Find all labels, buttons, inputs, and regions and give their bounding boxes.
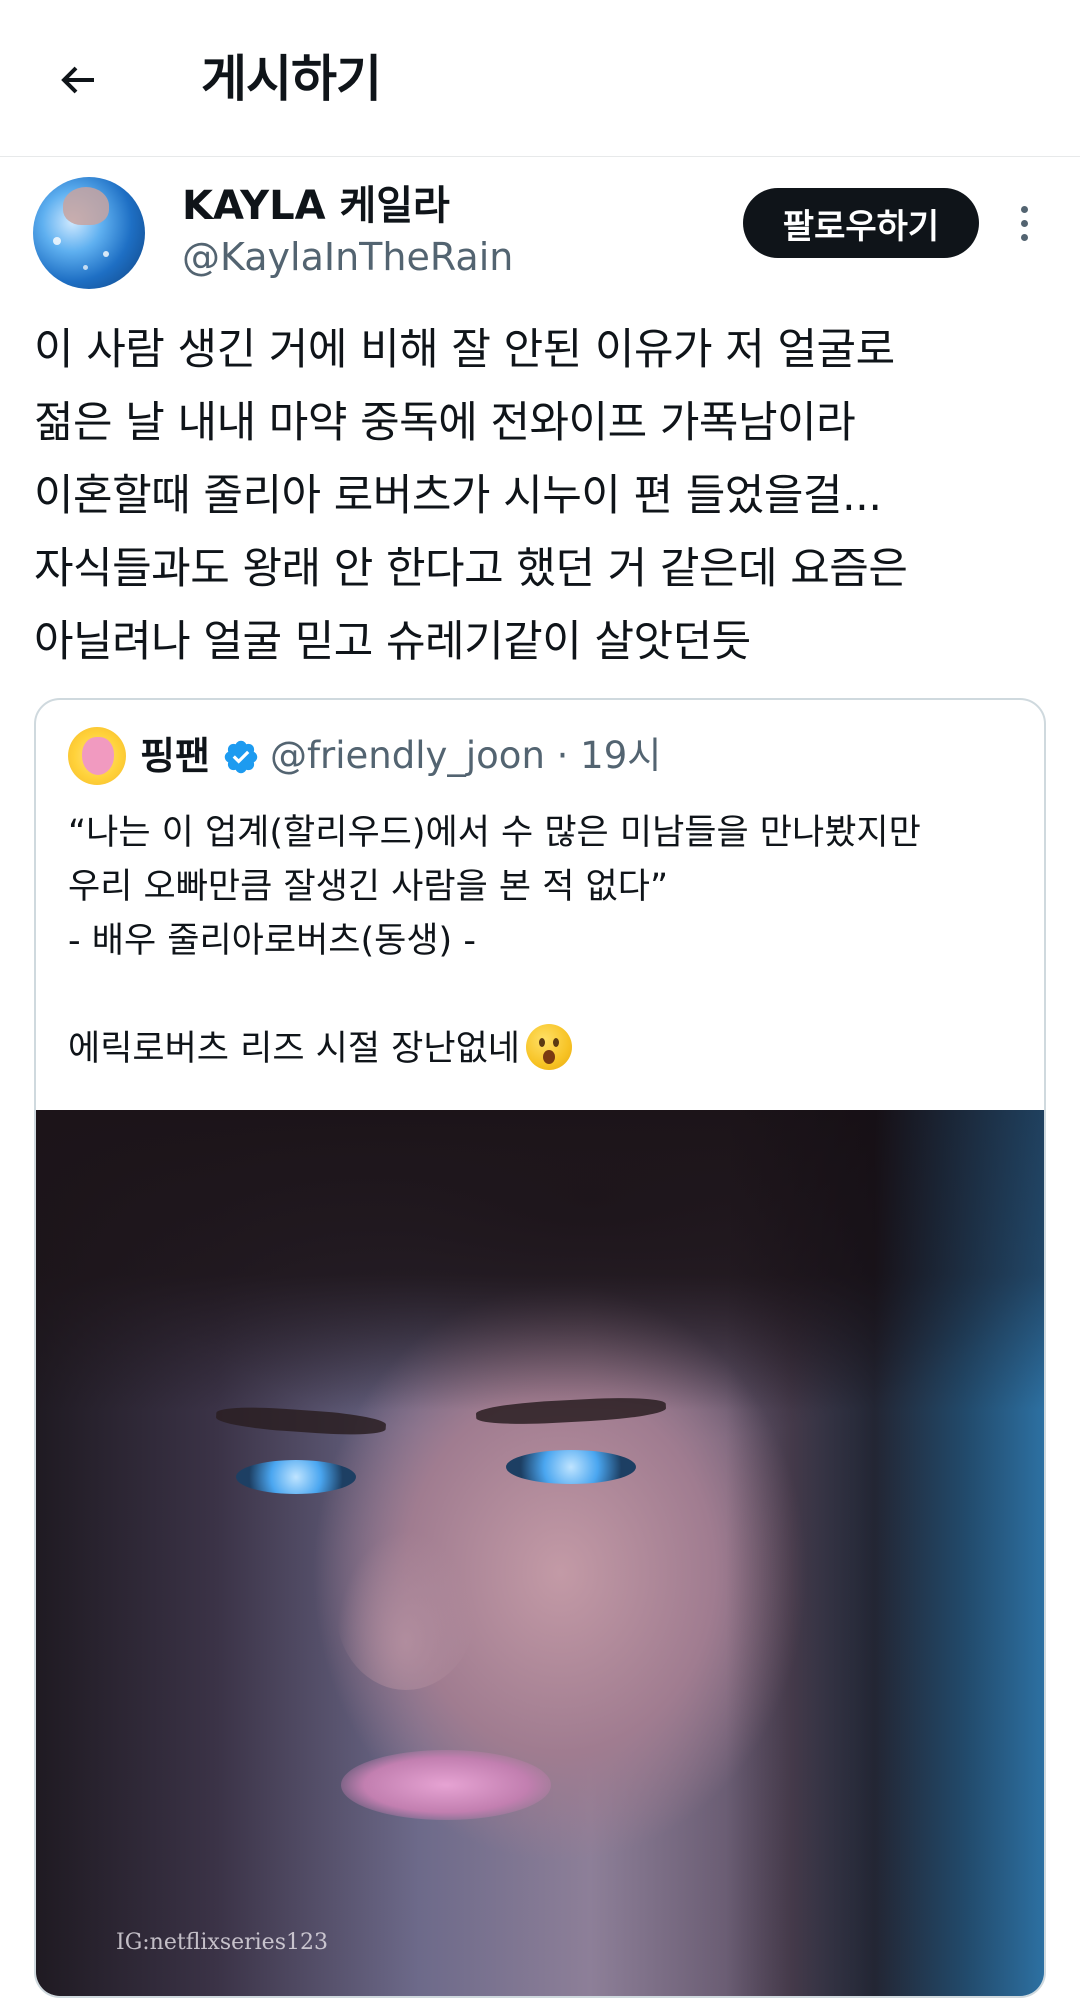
quoted-author-name[interactable]: 핑팬: [140, 732, 210, 780]
top-bar: 게시하기: [0, 0, 1080, 157]
author-handle[interactable]: @KaylaInTheRain: [182, 231, 513, 283]
page-title: 게시하기: [201, 50, 382, 108]
surprised-face-emoji: [525, 1024, 572, 1070]
post-text: 이 사람 생긴 거에 비해 잘 안된 이유가 저 얼굴로 젊은 날 내내 마약 …: [34, 325, 908, 667]
quoted-post[interactable]: 핑팬 @friendly_joon · 19시 “나는 이 업계(할리우드)에서…: [34, 698, 1046, 1998]
verified-badge-icon: [224, 740, 258, 774]
more-vertical-icon: [1020, 205, 1028, 213]
more-options-button[interactable]: [1004, 196, 1044, 250]
quoted-text: “나는 이 업계(할리우드)에서 수 많은 미남들을 만나봤지만 우리 오빠만큼…: [68, 806, 1028, 1076]
arrow-left-icon: [61, 66, 94, 94]
back-button[interactable]: [44, 46, 112, 114]
follow-button[interactable]: 팔로우하기: [743, 188, 979, 258]
quoted-text-content: “나는 이 업계(할리우드)에서 수 많은 미남들을 만나봤지만 우리 오빠만큼…: [68, 813, 921, 1069]
quoted-handle-time: @friendly_joon · 19시: [270, 734, 662, 777]
author-display-name[interactable]: KAYLA 케일라: [182, 180, 450, 232]
media-watermark: IG:netflixseries123: [116, 1930, 328, 1955]
quoted-author-avatar[interactable]: [68, 727, 126, 785]
quoted-media-image[interactable]: IG:netflixseries123: [36, 1110, 1044, 1996]
author-avatar[interactable]: [33, 177, 145, 289]
